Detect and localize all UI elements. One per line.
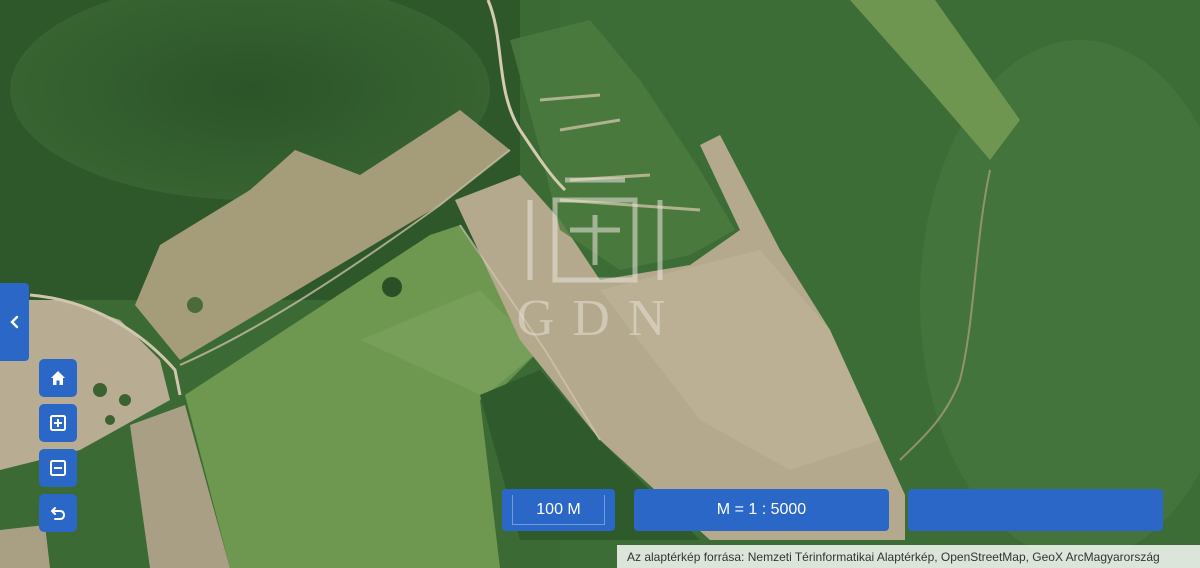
gdn-watermark-logo: GDN <box>517 177 684 347</box>
back-icon <box>51 507 66 520</box>
back-button[interactable] <box>39 494 77 532</box>
zoom-out-icon <box>50 460 66 476</box>
chevron-left-icon <box>9 315 18 329</box>
svg-text:GDN: GDN <box>517 290 684 347</box>
map-attribution: Az alaptérkép forrása: Nemzeti Térinform… <box>617 545 1200 568</box>
zoom-out-button[interactable] <box>39 449 77 487</box>
zoom-in-icon <box>50 415 66 431</box>
scale-ratio-panel: M = 1 : 5000 <box>634 489 889 531</box>
zoom-in-button[interactable] <box>39 404 77 442</box>
attribution-text: Az alaptérkép forrása: Nemzeti Térinform… <box>627 549 1160 564</box>
home-button[interactable] <box>39 359 77 397</box>
scale-label: 100 M <box>536 500 581 518</box>
sidebar-toggle-button[interactable] <box>0 283 29 361</box>
scale-bar: 100 M <box>502 489 615 531</box>
coordinate-panel <box>908 489 1163 531</box>
scale-ratio-label: M = 1 : 5000 <box>716 501 807 518</box>
home-icon <box>51 371 65 385</box>
